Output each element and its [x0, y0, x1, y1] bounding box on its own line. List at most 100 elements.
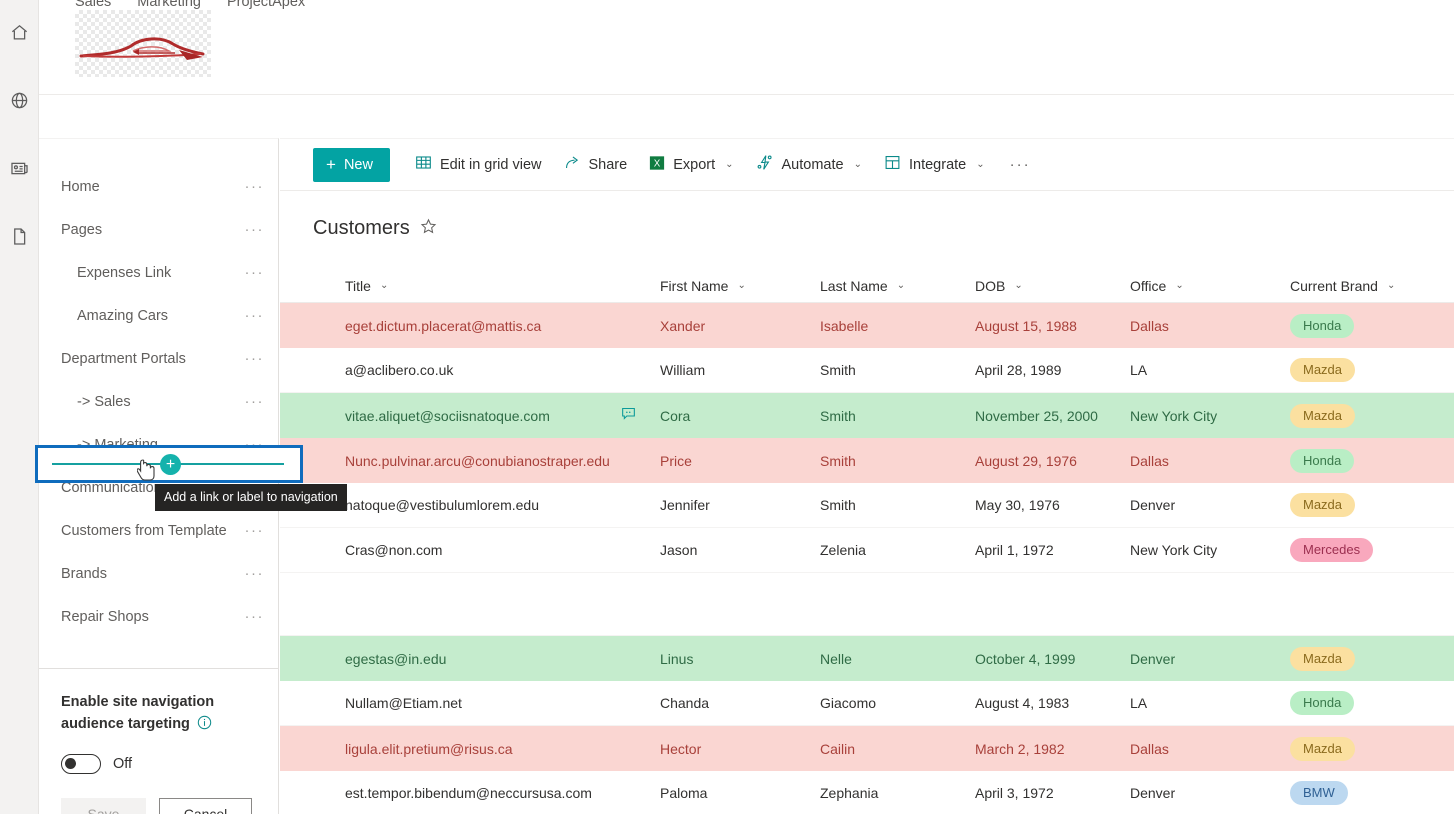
sidebar-item-menu-icon[interactable]: ···: [245, 351, 265, 366]
command-bar: + New Edit in grid view Share X Export ⌄…: [280, 139, 1454, 191]
cell-office: Dallas: [1130, 317, 1169, 334]
cell-office: LA: [1130, 695, 1148, 711]
sidebar-item-home[interactable]: Home ···: [39, 165, 278, 208]
export-button[interactable]: X Export ⌄: [638, 147, 744, 183]
audience-targeting-label: Enable site navigation audience targetin…: [61, 691, 231, 737]
column-header-last-name[interactable]: Last Name ⌄: [820, 278, 975, 294]
sidebar-item-menu-icon[interactable]: ···: [245, 222, 265, 237]
table-row[interactable]: eget.dictum.placerat@mattis.ca Xander Isab…: [280, 303, 1454, 348]
sidebar-item-menu-icon[interactable]: ···: [245, 609, 265, 624]
sidebar-item-label: Home: [61, 178, 100, 195]
top-nav-link-sales[interactable]: Sales: [75, 0, 111, 10]
sidebar-item-pages[interactable]: Pages ···: [39, 208, 278, 251]
integrate-button[interactable]: Integrate ⌄: [873, 147, 996, 183]
sidebar-item-menu-icon[interactable]: ···: [245, 394, 265, 409]
column-header-label: Office: [1130, 277, 1167, 294]
brand-pill: Mercedes: [1290, 538, 1374, 562]
favorite-star-icon[interactable]: [420, 218, 437, 240]
sidebar-item-menu-icon[interactable]: ···: [245, 566, 265, 581]
save-button[interactable]: Save: [61, 798, 146, 814]
share-icon: [564, 154, 581, 175]
app-rail: [0, 0, 39, 814]
cell-last-name: Giacomo: [820, 695, 877, 711]
sidebar-item-menu-icon[interactable]: ···: [245, 523, 265, 538]
panel-button-row: Save Cancel: [61, 798, 258, 814]
column-header-current-brand[interactable]: Current Brand ⌄: [1290, 278, 1450, 294]
top-nav-link-marketing[interactable]: Marketing: [137, 0, 201, 10]
table-row[interactable]: a@aclibero.co.uk William Smith April 28, 19…: [280, 348, 1454, 393]
column-header-office[interactable]: Office ⌄: [1130, 278, 1290, 294]
table-row[interactable]: ligula.elit.pretium@risus.ca Hector Cailin…: [280, 726, 1454, 771]
sidebar-item-brands[interactable]: Brands ···: [39, 552, 278, 595]
cell-last-name: Smith: [820, 407, 856, 424]
export-label: Export: [673, 156, 716, 173]
chevron-down-icon: ⌄: [976, 159, 985, 170]
edit-in-grid-view-button[interactable]: Edit in grid view: [404, 147, 553, 183]
sidebar-item-amazing-cars[interactable]: Amazing Cars ···: [39, 294, 278, 337]
table-row[interactable]: Cras@non.com Jason Zelenia April 1, 1972 New…: [280, 528, 1454, 573]
comment-icon[interactable]: [621, 406, 636, 426]
sidebar-item-label: Department Portals: [61, 350, 186, 367]
new-button-label: New: [343, 156, 373, 173]
svg-text:X: X: [654, 158, 661, 169]
navigation-list: Home ··· Pages ··· Expenses Link ··· Ama…: [35, 139, 303, 638]
cell-title: a@aclibero.co.uk: [345, 362, 454, 378]
audience-targeting-toggle[interactable]: [61, 754, 101, 774]
sidebar-item-label: Customers from Template: [61, 522, 227, 539]
add-link-plus-icon[interactable]: +: [160, 454, 181, 475]
sidebar-item-customers-from-template[interactable]: Customers from Template ···: [39, 509, 278, 552]
sidebar-item-label: Brands: [61, 565, 107, 582]
brand-pill: Honda: [1290, 448, 1355, 473]
cell-current-brand: Mercedes: [1290, 538, 1450, 562]
cell-last-name: Smith: [820, 452, 856, 469]
cell-last-name: Zephania: [820, 785, 879, 801]
add-link-insertion-row[interactable]: +: [35, 445, 303, 483]
cell-first-name: Price: [660, 452, 692, 469]
sidebar-item-expenses-link[interactable]: Expenses Link ···: [39, 251, 278, 294]
command-bar-overflow-button[interactable]: ···: [996, 156, 1031, 173]
sidebar-item-menu-icon[interactable]: ···: [245, 308, 265, 323]
column-header-title[interactable]: Title ⌄: [280, 278, 660, 294]
sidebar-item-sales[interactable]: -> Sales ···: [39, 380, 278, 423]
table-row[interactable]: egestas@in.edu Linus Nelle October 4, 1999 D…: [280, 636, 1454, 681]
top-nav-link-projectapex[interactable]: ProjectApex: [227, 0, 305, 10]
cell-first-name: Linus: [660, 650, 694, 667]
document-icon[interactable]: [0, 210, 39, 262]
cell-office: Dallas: [1130, 452, 1169, 469]
plus-icon: +: [326, 155, 336, 174]
sidebar-item-label: Pages: [61, 221, 103, 238]
sidebar-item-menu-icon[interactable]: ···: [245, 179, 265, 194]
automate-icon: [756, 154, 774, 175]
cell-title: Cras@non.com: [345, 542, 443, 558]
column-header-dob[interactable]: DOB ⌄: [975, 278, 1130, 294]
info-icon[interactable]: [197, 715, 212, 737]
sidebar-item-repair-shops[interactable]: Repair Shops ···: [39, 595, 278, 638]
new-button[interactable]: + New: [313, 147, 390, 182]
table-row[interactable]: Nullam@Etiam.net Chanda Giacomo August 4, 1…: [280, 681, 1454, 726]
sidebar-item-department-portals[interactable]: Department Portals ···: [39, 337, 278, 380]
table-row[interactable]: est.tempor.bibendum@neccursusa.com Paloma…: [280, 771, 1454, 814]
top-nav-links: Sales Marketing ProjectApex: [75, 0, 305, 10]
excel-icon: X: [649, 155, 665, 175]
news-icon[interactable]: [0, 142, 39, 194]
column-header-first-name[interactable]: First Name ⌄: [660, 278, 820, 294]
cancel-button[interactable]: Cancel: [159, 798, 252, 814]
cell-title: eget.dictum.placerat@mattis.ca: [345, 317, 542, 334]
cell-dob: November 25, 2000: [975, 407, 1098, 424]
chevron-down-icon: ⌄: [379, 280, 389, 291]
column-header-label: Title: [345, 277, 371, 294]
home-icon[interactable]: [0, 6, 39, 58]
cell-first-name: William: [660, 362, 706, 378]
cell-dob: May 30, 1976: [975, 497, 1060, 513]
share-button[interactable]: Share: [553, 147, 639, 183]
table-row[interactable]: Nunc.pulvinar.arcu@conubianostraper.edu P…: [280, 438, 1454, 483]
globe-icon[interactable]: [0, 74, 39, 126]
table-row[interactable]: vitae.aliquet@sociisnatoque.com Cora Smith…: [280, 393, 1454, 438]
automate-button[interactable]: Automate ⌄: [745, 147, 873, 183]
sidebar-item-menu-icon[interactable]: ···: [245, 265, 265, 280]
table-row[interactable]: natoque@vestibulumlorem.edu Jennifer Smith…: [280, 483, 1454, 528]
cell-last-name: Smith: [820, 497, 856, 513]
brand-pill: Mazda: [1290, 403, 1356, 428]
cell-office: New York City: [1130, 542, 1218, 558]
page-title: Customers: [313, 217, 410, 239]
